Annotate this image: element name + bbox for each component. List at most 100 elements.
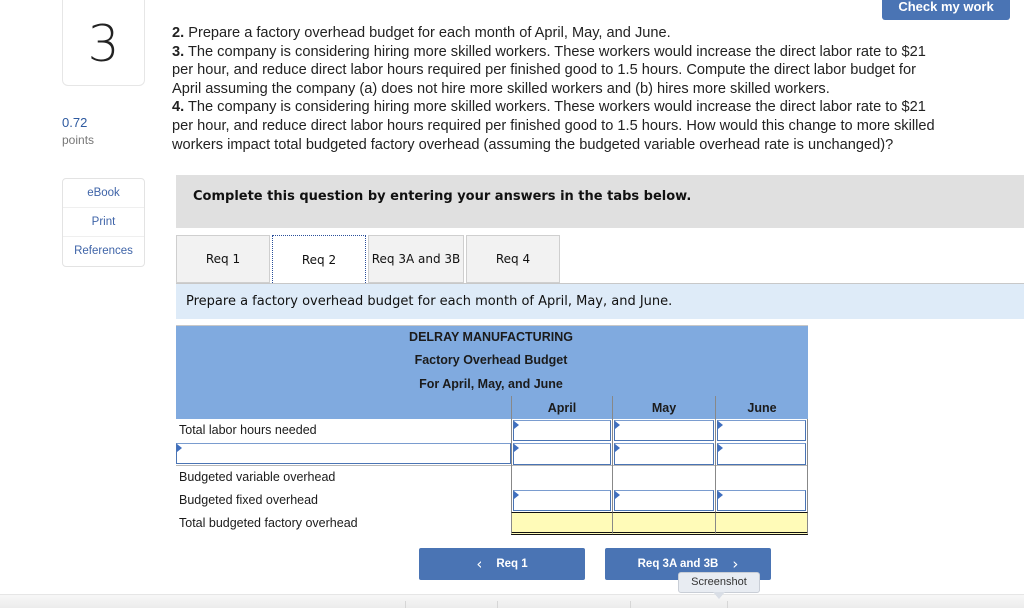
- input-flag-icon: [514, 444, 519, 453]
- variable-overhead-may: [612, 465, 715, 489]
- requirement-number: 2.: [172, 25, 185, 41]
- company-name: DELRAY MANUFACTURING: [409, 330, 573, 344]
- input-flag-icon: [615, 490, 620, 499]
- input-flag-icon: [718, 421, 723, 429]
- cell-may: [612, 419, 715, 443]
- cell-june: [715, 442, 808, 466]
- row-label-input[interactable]: [176, 443, 511, 465]
- instruction-text: April assuming the company (a) does not …: [172, 80, 830, 97]
- instruction-line: per hour, and reduce direct labor hours …: [172, 61, 1012, 80]
- points-value: 0.72: [62, 115, 88, 130]
- screenshot-tooltip: Screenshot: [678, 572, 760, 593]
- toolbar-divider: [727, 601, 728, 608]
- tab-req-1[interactable]: Req 1: [176, 235, 270, 283]
- instruction-line: per hour, and reduce direct labor hours …: [172, 117, 1012, 136]
- chevron-right-icon: ›: [732, 555, 739, 573]
- bottom-toolbar: [0, 594, 1024, 608]
- tab-req-2[interactable]: Req 2: [272, 235, 366, 283]
- fixed-overhead-may-input[interactable]: [614, 489, 714, 512]
- fixed-overhead-april-input[interactable]: [513, 489, 611, 512]
- instruction-line: 4. The company is considering hiring mor…: [172, 98, 1012, 117]
- question-number-box: 3: [62, 0, 145, 86]
- instruction-line: 3. The company is considering hiring mor…: [172, 43, 1012, 62]
- cell-may: [612, 442, 715, 466]
- instruction-text: The company is considering hiring more s…: [184, 99, 926, 116]
- instruction-line: April assuming the company (a) does not …: [172, 80, 1012, 99]
- instruction-line: workers impact total budgeted factory ov…: [172, 136, 1012, 155]
- cell-june: [715, 419, 808, 443]
- column-header-june: June: [715, 396, 808, 420]
- toolbar-divider: [405, 601, 406, 608]
- references-link[interactable]: References: [63, 237, 144, 266]
- chevron-left-icon: ‹: [476, 555, 483, 573]
- variable-overhead-june: [715, 465, 808, 489]
- complete-question-banner: Complete this question by entering your …: [176, 175, 1024, 228]
- cell-june: [715, 488, 808, 513]
- tooltip-pointer: [713, 592, 725, 599]
- requirement-number: 4.: [172, 99, 185, 116]
- labor-hours-april-input[interactable]: [513, 420, 611, 442]
- table-row-total: Total budgeted factory overhead: [176, 512, 808, 536]
- total-overhead-may: [612, 512, 715, 536]
- requirement-number: 3.: [172, 43, 185, 60]
- table-row: Budgeted fixed overhead: [176, 488, 808, 513]
- budget-header: DELRAY MANUFACTURING Factory Overhead Bu…: [176, 325, 808, 420]
- input-flag-icon: [514, 490, 519, 499]
- instruction-text: workers impact total budgeted factory ov…: [172, 136, 894, 153]
- cell-april: [511, 419, 612, 443]
- input-flag-icon: [615, 421, 620, 429]
- ebook-link[interactable]: eBook: [63, 179, 144, 208]
- cell-may: [612, 488, 715, 513]
- factory-overhead-budget-table: DELRAY MANUFACTURING Factory Overhead Bu…: [176, 325, 808, 536]
- row-label: Budgeted fixed overhead: [179, 492, 318, 507]
- row-label: Total labor hours needed: [179, 423, 317, 437]
- rate-june-input[interactable]: [717, 443, 806, 465]
- points-label: points: [62, 133, 95, 147]
- check-my-work-button[interactable]: Check my work: [882, 0, 1010, 20]
- budget-period: For April, May, and June: [419, 377, 563, 391]
- column-header-april: April: [511, 396, 612, 420]
- input-flag-icon: [718, 444, 723, 453]
- tab-req-3a-3b[interactable]: Req 3A and 3B: [368, 235, 464, 283]
- task-description: Prepare a factory overhead budget for ea…: [186, 294, 673, 309]
- input-flag-icon: [514, 421, 519, 429]
- cell-april: [511, 442, 612, 466]
- rate-april-input[interactable]: [513, 443, 611, 465]
- toolbar-divider: [497, 601, 498, 608]
- row-label: Budgeted variable overhead: [179, 469, 336, 484]
- cell-april: [511, 488, 612, 513]
- prev-req-button[interactable]: ‹ Req 1: [419, 548, 585, 580]
- total-overhead-june: [715, 512, 808, 536]
- instruction-text: Prepare a factory overhead budget for ea…: [184, 25, 671, 41]
- budget-title: Factory Overhead Budget: [414, 353, 568, 367]
- input-flag-icon: [177, 444, 182, 453]
- input-flag-icon: [615, 444, 620, 453]
- question-instructions: 2. Prepare a factory overhead budget for…: [172, 24, 1012, 154]
- row-label: Total budgeted factory overhead: [179, 516, 358, 531]
- total-overhead-april: [511, 512, 612, 536]
- rate-may-input[interactable]: [614, 443, 714, 465]
- task-description-bar: Prepare a factory overhead budget for ea…: [176, 283, 1024, 319]
- instruction-text: per hour, and reduce direct labor hours …: [172, 62, 916, 79]
- requirement-tabs: Req 1 Req 2 Req 3A and 3B Req 4: [176, 235, 562, 283]
- labor-hours-june-input[interactable]: [717, 420, 806, 442]
- question-number: 3: [87, 15, 120, 73]
- prev-req-label: Req 1: [496, 558, 528, 570]
- instruction-text: per hour, and reduce direct labor hours …: [172, 117, 935, 134]
- next-req-label: Req 3A and 3B: [637, 558, 719, 570]
- input-flag-icon: [718, 490, 723, 499]
- toolbar-divider: [630, 601, 631, 608]
- banner-text: Complete this question by entering your …: [193, 189, 692, 204]
- tab-req-4[interactable]: Req 4: [466, 235, 560, 283]
- resource-links: eBook Print References: [62, 178, 145, 267]
- table-row: Total labor hours needed: [176, 419, 808, 443]
- instruction-line: 2. Prepare a factory overhead budget for…: [172, 24, 1012, 43]
- table-row: Budgeted variable overhead: [176, 465, 808, 489]
- table-row: [176, 442, 808, 466]
- fixed-overhead-june-input[interactable]: [717, 489, 806, 512]
- labor-hours-may-input[interactable]: [614, 420, 714, 442]
- variable-overhead-april: [511, 465, 612, 489]
- column-header-may: May: [612, 396, 715, 420]
- print-link[interactable]: Print: [63, 208, 144, 237]
- instruction-text: The company is considering hiring more s…: [184, 43, 926, 60]
